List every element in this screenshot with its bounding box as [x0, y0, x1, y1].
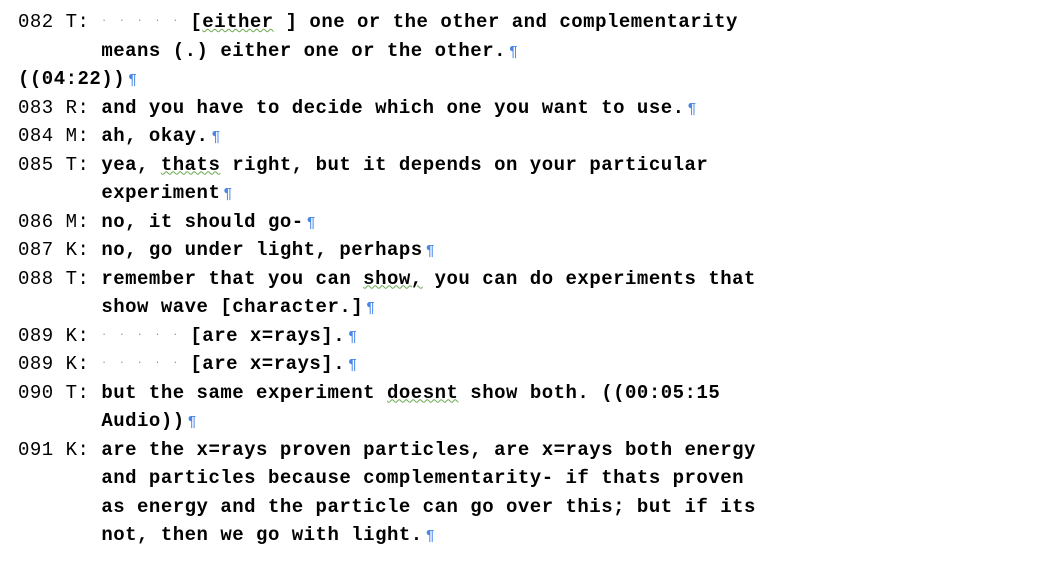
- body-text: remember that you can show, you can do e…: [101, 265, 1025, 294]
- grammar-underline: show,: [363, 268, 423, 290]
- timestamp-text: ((04:22)): [18, 68, 125, 90]
- line-body: · · · · · [are x=rays].¶: [101, 322, 1025, 351]
- line-body: yea, thats right, but it depends on your…: [101, 151, 1025, 208]
- transcript-line: 088 T: remember that you can show, you c…: [18, 265, 1025, 322]
- line-number: 086: [18, 208, 66, 237]
- line-number: 091: [18, 436, 66, 465]
- transcript-container: 082 T: · · · · · [either ] one or the ot…: [18, 8, 1025, 550]
- speaker-label: M:: [66, 208, 102, 237]
- line-body: and you have to decide which one you wan…: [101, 94, 1025, 123]
- paragraph-mark-icon: ¶: [345, 357, 358, 374]
- line-number: 082: [18, 8, 66, 37]
- paragraph-mark-icon: ¶: [685, 101, 698, 118]
- speaker-label: K:: [66, 350, 102, 379]
- transcript-line: 085 T: yea, thats right, but it depends …: [18, 151, 1025, 208]
- transcript-line: 091 K: are the x=rays proven particles, …: [18, 436, 1025, 550]
- paragraph-mark-icon: ¶: [185, 414, 198, 431]
- line-number: 084: [18, 122, 66, 151]
- grammar-underline: doesnt: [387, 382, 458, 404]
- transcript-line: 082 T: · · · · · [either ] one or the ot…: [18, 8, 1025, 65]
- transcript-line: 090 T: but the same experiment doesnt sh…: [18, 379, 1025, 436]
- body-text: and particles because complementarity- i…: [101, 464, 1025, 493]
- body-text: no, go under light, perhaps¶: [101, 236, 1025, 265]
- body-text: yea, thats right, but it depends on your…: [101, 151, 1025, 180]
- body-text: no, it should go-¶: [101, 208, 1025, 237]
- body-text: · · · · · [are x=rays].¶: [101, 322, 1025, 351]
- grammar-underline: thats: [161, 154, 221, 176]
- line-body: but the same experiment doesnt show both…: [101, 379, 1025, 436]
- paragraph-mark-icon: ¶: [125, 72, 138, 89]
- transcript-line: 083 R: and you have to decide which one …: [18, 94, 1025, 123]
- body-text: · · · · · [are x=rays].¶: [101, 350, 1025, 379]
- paragraph-mark-icon: ¶: [423, 243, 436, 260]
- transcript-line: 087 K: no, go under light, perhaps¶: [18, 236, 1025, 265]
- transcript-line: ((04:22))¶: [18, 65, 1025, 94]
- line-body: no, go under light, perhaps¶: [101, 236, 1025, 265]
- speaker-label: T:: [66, 151, 102, 180]
- line-body: · · · · · [are x=rays].¶: [101, 350, 1025, 379]
- line-number: 088: [18, 265, 66, 294]
- line-body: remember that you can show, you can do e…: [101, 265, 1025, 322]
- body-text: ah, okay.¶: [101, 122, 1025, 151]
- speaker-label: M:: [66, 122, 102, 151]
- body-text: are the x=rays proven particles, are x=r…: [101, 436, 1025, 465]
- line-number: 083: [18, 94, 66, 123]
- body-text: not, then we go with light.¶: [101, 521, 1025, 550]
- paragraph-mark-icon: ¶: [506, 44, 519, 61]
- transcript-line: 086 M: no, it should go-¶: [18, 208, 1025, 237]
- line-body: ah, okay.¶: [101, 122, 1025, 151]
- line-number: 085: [18, 151, 66, 180]
- line-number: 090: [18, 379, 66, 408]
- continuation-text: experiment¶: [101, 179, 1025, 208]
- speaker-label: R:: [66, 94, 102, 123]
- speaker-label: T:: [66, 265, 102, 294]
- line-number: 087: [18, 236, 66, 265]
- line-number: 089: [18, 350, 66, 379]
- paragraph-mark-icon: ¶: [208, 129, 221, 146]
- line-body: · · · · · [either ] one or the other and…: [101, 8, 1025, 65]
- speaker-label: K:: [66, 322, 102, 351]
- transcript-line: 089 K: · · · · · [are x=rays].¶: [18, 350, 1025, 379]
- line-body: no, it should go-¶: [101, 208, 1025, 237]
- continuation-text: Audio))¶: [101, 407, 1025, 436]
- paragraph-mark-icon: ¶: [423, 528, 436, 545]
- transcript-line: 084 M: ah, okay.¶: [18, 122, 1025, 151]
- body-text: but the same experiment doesnt show both…: [101, 379, 1025, 408]
- grammar-underline: either: [202, 11, 273, 33]
- transcript-line: 089 K: · · · · · [are x=rays].¶: [18, 322, 1025, 351]
- speaker-label: K:: [66, 436, 102, 465]
- speaker-label: T:: [66, 379, 102, 408]
- body-text: and you have to decide which one you wan…: [101, 94, 1025, 123]
- paragraph-mark-icon: ¶: [363, 300, 376, 317]
- continuation-text: means (.) either one or the other.¶: [101, 37, 1025, 66]
- body-text: as energy and the particle can go over t…: [101, 493, 1025, 522]
- continuation-text: show wave [character.]¶: [101, 293, 1025, 322]
- body-text: · · · · · [either ] one or the other and…: [101, 8, 1025, 37]
- line-number: 089: [18, 322, 66, 351]
- speaker-label: T:: [66, 8, 102, 37]
- line-body: are the x=rays proven particles, are x=r…: [101, 436, 1025, 550]
- paragraph-mark-icon: ¶: [304, 215, 317, 232]
- speaker-label: K:: [66, 236, 102, 265]
- paragraph-mark-icon: ¶: [345, 329, 358, 346]
- paragraph-mark-icon: ¶: [220, 186, 233, 203]
